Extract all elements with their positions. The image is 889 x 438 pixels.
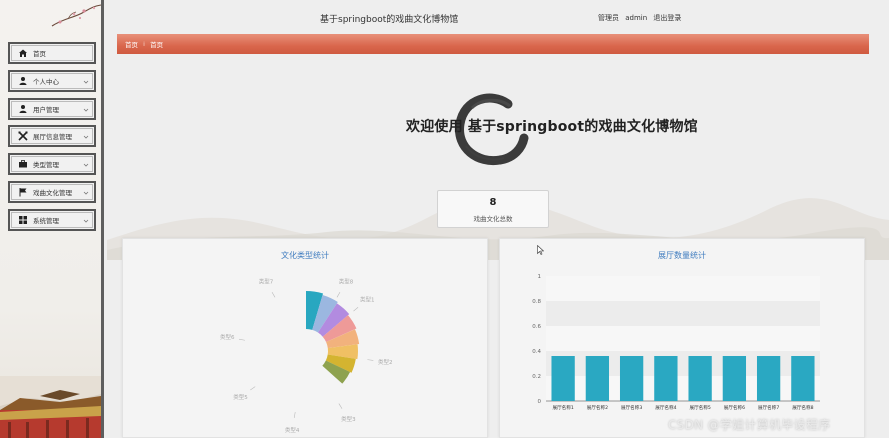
user-icon	[18, 76, 28, 86]
chevron-down-icon	[83, 217, 89, 223]
x-tick-label: 展厅名称8	[792, 404, 813, 411]
y-tick-label: 0.8	[532, 299, 541, 305]
pie-label-line	[238, 338, 245, 341]
y-tick-label: 0.2	[532, 374, 541, 380]
pie-label-line	[367, 359, 374, 361]
bar-chart-band	[546, 276, 820, 301]
plum-branch-decoration	[51, 4, 101, 27]
pie-label: 类型4	[285, 426, 300, 434]
csdn-watermark: CSDN @学姐计算机毕设程序	[668, 418, 831, 432]
pie-label: 类型8	[339, 278, 354, 286]
flag-icon	[18, 187, 28, 197]
pie-label-line	[336, 291, 341, 298]
grid-icon	[18, 215, 28, 225]
sidebar-item[interactable]: 首页	[8, 42, 96, 64]
y-tick-label: 0.6	[532, 324, 541, 330]
chevron-down-icon	[83, 133, 89, 139]
bar[interactable]	[585, 356, 610, 401]
pie-label: 类型5	[233, 393, 248, 401]
x-tick-label: 展厅名称4	[655, 404, 676, 411]
sidebar-item-label: 首页	[33, 50, 46, 58]
sidebar-item-label: 展厅信息管理	[33, 133, 72, 142]
sidebar-item-label: 系统管理	[33, 216, 59, 225]
stat-value: 8	[489, 197, 497, 208]
pie-label-line	[353, 307, 359, 312]
user-info: 管理员 admin 退出登录	[598, 13, 685, 23]
sidebar-menu: 首页个人中心用户管理展厅信息管理 类型管理戏曲文化管理 系统管理	[8, 42, 96, 237]
pie-label-line	[250, 386, 256, 391]
chevron-down-icon	[83, 106, 89, 112]
home-icon	[18, 48, 28, 58]
y-tick-label: 0	[538, 399, 542, 405]
bar[interactable]	[654, 356, 678, 401]
sidebar-item[interactable]: 展厅信息管理	[8, 125, 96, 148]
pie-chart: 类型1 类型2 类型3 类型4 类型5 类型6 类型7 类型8	[220, 278, 393, 434]
bar[interactable]	[756, 356, 781, 401]
sidebar-item-label: 戏曲文化管理	[33, 188, 72, 197]
palace-roof-illustration	[0, 376, 101, 438]
pie-label-line	[338, 403, 343, 409]
chevron-down-icon	[83, 161, 89, 167]
sidebar-item-label: 类型管理	[33, 161, 59, 170]
user-icon	[18, 104, 28, 114]
bar[interactable]	[619, 356, 644, 401]
mouse-cursor-icon	[537, 245, 544, 255]
y-tick-label: 0.4	[532, 349, 541, 355]
x-tick-label: 展厅名称2	[587, 404, 608, 411]
sidebar-item[interactable]: 用户管理	[8, 97, 96, 120]
logout-link[interactable]: 退出登录	[653, 14, 681, 22]
site-title: 基于springboot的戏曲文化博物馆	[320, 15, 459, 25]
pie-label: 类型6	[220, 333, 235, 341]
x-tick-label: 展厅名称7	[758, 404, 779, 411]
pie-label: 类型1	[360, 296, 375, 304]
sidebar-item[interactable]: 个人中心	[8, 69, 96, 92]
sidebar-item-label: 个人中心	[33, 77, 59, 86]
crossed-swords-icon	[18, 131, 28, 141]
bar-chart-band	[546, 301, 820, 326]
pie-label-line	[293, 412, 296, 419]
x-tick-label: 展厅名称3	[621, 404, 642, 411]
welcome-heading: 欢迎使用 基于springboot的戏曲文化博物馆	[406, 119, 698, 135]
top-header	[107, 0, 889, 34]
breadcrumb-current: 首页	[150, 41, 164, 49]
username: admin	[625, 14, 648, 22]
bar[interactable]	[551, 356, 575, 401]
chevron-down-icon	[83, 78, 89, 84]
stat-card: 8 戏曲文化总数	[437, 190, 549, 228]
x-tick-label: 展厅名称5	[689, 404, 710, 411]
pie-label: 类型3	[341, 415, 356, 423]
sidebar-item[interactable]: 类型管理	[8, 153, 96, 176]
pie-label-line	[271, 291, 276, 298]
hall-count-chart-panel: 展厅数量统计 0 0.2 0.4 0.6 0.8 1 展厅名称1 展厅名称2 展厅名称3 展厅名称…	[499, 238, 865, 438]
sidebar-item[interactable]: 戏曲文化管理	[8, 180, 96, 203]
pie-label: 类型7	[259, 278, 274, 286]
bar-chart-band	[546, 326, 820, 351]
sidebar-item-label: 用户管理	[33, 105, 59, 114]
x-tick-label: 展厅名称1	[552, 404, 573, 411]
bar[interactable]	[722, 356, 747, 401]
chevron-down-icon	[83, 189, 89, 195]
sidebar: 首页个人中心用户管理展厅信息管理 类型管理戏曲文化管理 系统管理	[0, 0, 104, 438]
breadcrumb: 首页 ⁞ 首页	[117, 34, 869, 54]
bar[interactable]	[688, 356, 712, 401]
culture-type-chart-panel: 文化类型统计 类型1 类型2 类型3 类型4 类型5 类型6 类型7 类型8	[122, 238, 488, 438]
bar[interactable]	[791, 356, 815, 401]
briefcase-icon	[18, 159, 28, 169]
y-tick-label: 1	[538, 274, 542, 280]
bar-chart: 0 0.2 0.4 0.6 0.8 1 展厅名称1 展厅名称2 展厅名称3 展厅名称4 展厅名称5 展…	[532, 274, 820, 411]
sidebar-item[interactable]: 系统管理	[8, 208, 96, 231]
breadcrumb-home-link[interactable]: 首页	[125, 39, 138, 49]
breadcrumb-separator: ⁞	[143, 40, 146, 48]
x-tick-label: 展厅名称6	[724, 404, 745, 411]
stat-label: 戏曲文化总数	[473, 215, 513, 223]
user-role: 管理员	[598, 14, 619, 22]
pie-label: 类型2	[378, 358, 393, 366]
